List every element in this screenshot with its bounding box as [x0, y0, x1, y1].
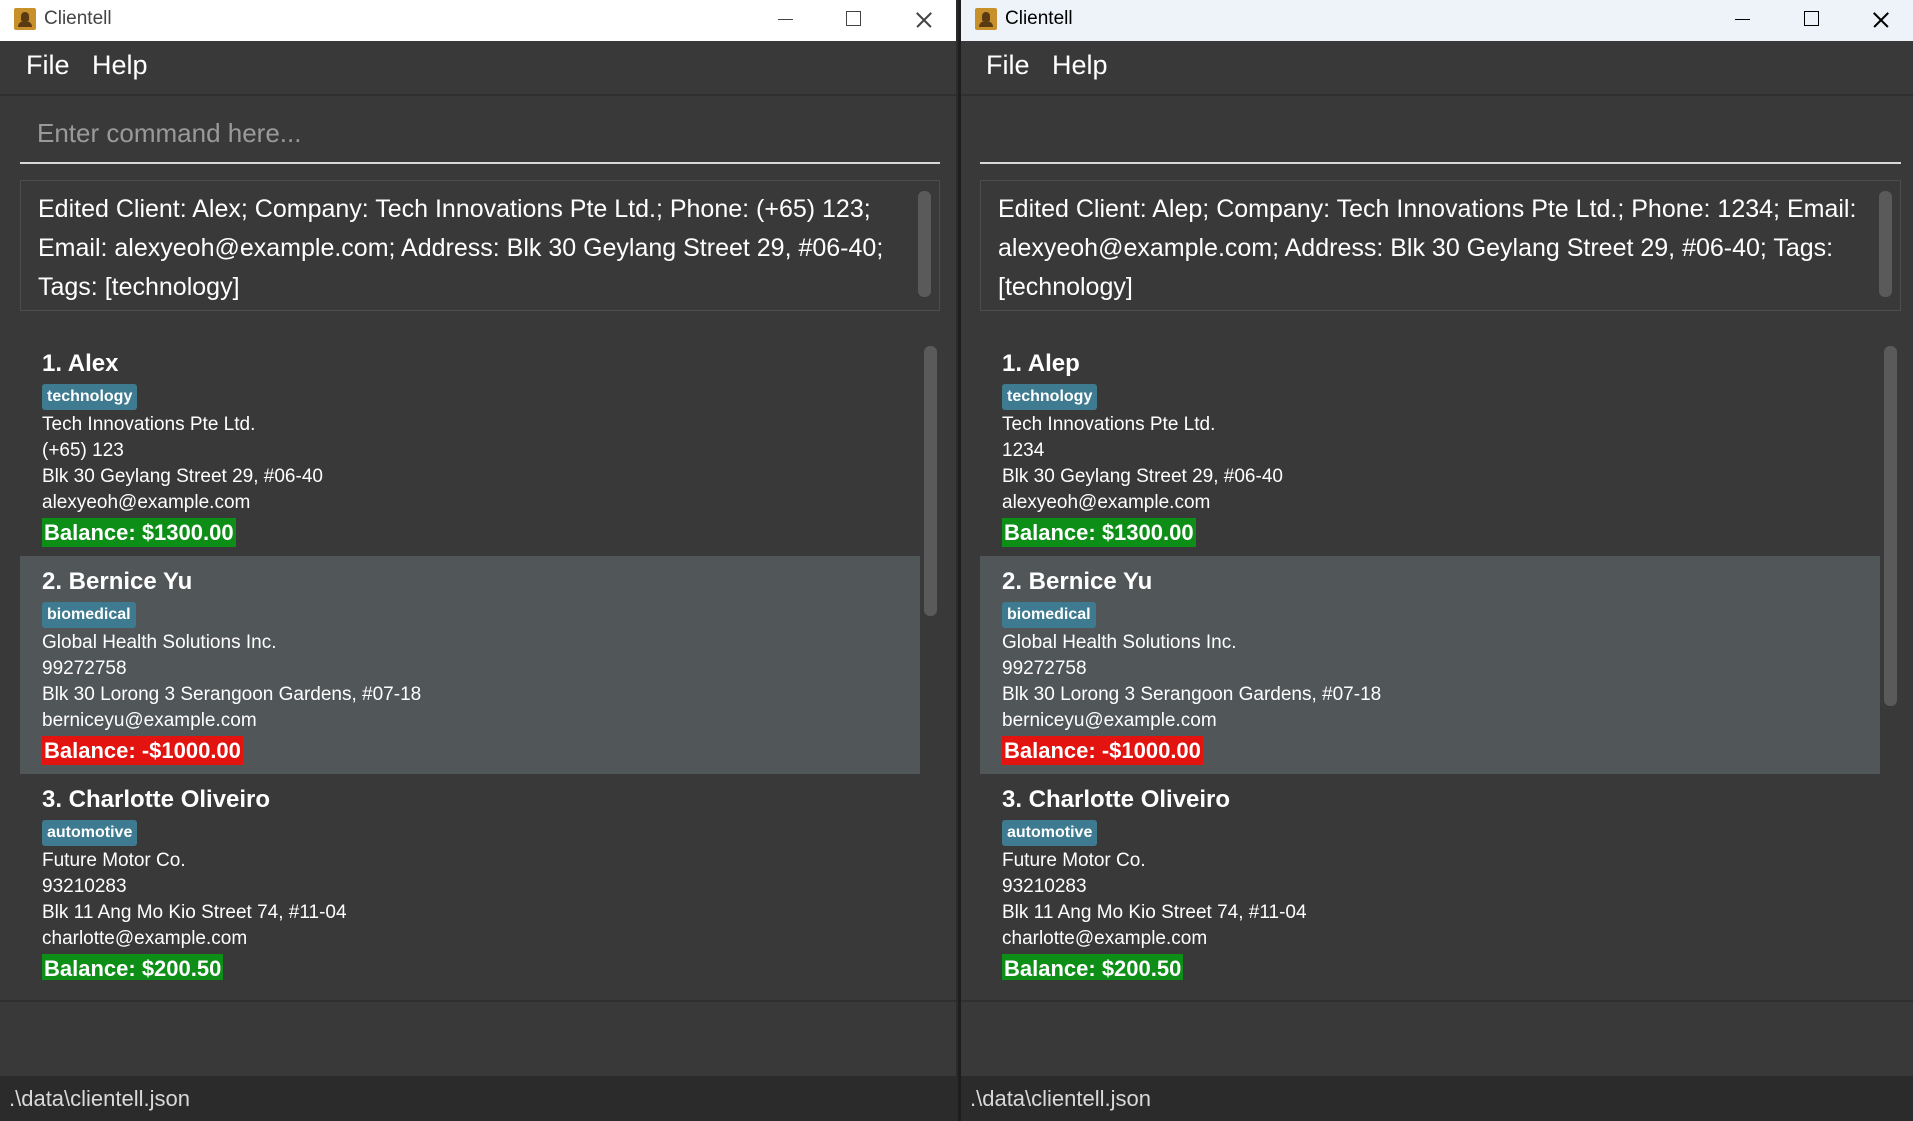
client-tag: automotive [42, 820, 138, 846]
client-name: 3. Charlotte Oliveiro [1002, 786, 1231, 813]
client-tag: biomedical [1002, 602, 1096, 628]
client-name: 3. Charlotte Oliveiro [42, 786, 271, 813]
client-list: 1. Alex technology Tech Innovations Pte … [20, 338, 940, 980]
app-icon [14, 8, 36, 30]
client-email: charlotte@example.com [42, 928, 248, 949]
client-name: 1. Alex [42, 350, 119, 377]
bottom-panel [961, 1000, 1913, 1078]
app-icon [975, 8, 997, 30]
result-scrollbar[interactable] [918, 191, 931, 297]
minimize-button[interactable] [750, 0, 820, 41]
client-company: Future Motor Co. [1002, 850, 1146, 871]
list-scrollbar[interactable] [924, 346, 937, 616]
result-scrollbar[interactable] [1879, 191, 1892, 297]
client-card[interactable]: 3. Charlotte Oliveiro automotive Future … [980, 774, 1880, 980]
result-display: Edited Client: Alep; Company: Tech Innov… [980, 180, 1901, 311]
maximize-button[interactable] [1776, 0, 1846, 41]
client-card[interactable]: 2. Bernice Yu biomedical Global Health S… [20, 556, 920, 774]
client-tag: technology [42, 384, 138, 410]
bottom-panel [0, 1000, 956, 1078]
client-address: Blk 30 Lorong 3 Serangoon Gardens, #07-1… [42, 684, 422, 705]
clientell-window-left: Clientell File Help Edited Client: Alex;… [0, 0, 958, 1121]
client-company: Tech Innovations Pte Ltd. [42, 414, 256, 435]
data-file-path: .\data\clientell.json [970, 1086, 1151, 1111]
client-name: 2. Bernice Yu [1002, 568, 1153, 595]
command-input[interactable] [980, 106, 1901, 160]
window-title: Clientell [1005, 8, 1073, 29]
client-email: alexyeoh@example.com [42, 492, 251, 513]
client-email: berniceyu@example.com [42, 710, 257, 731]
window-title: Clientell [44, 8, 112, 29]
command-box [20, 106, 940, 164]
client-company: Global Health Solutions Inc. [1002, 632, 1237, 653]
menu-help[interactable]: Help [1052, 50, 1108, 81]
menu-file[interactable]: File [26, 50, 70, 81]
menu-help[interactable]: Help [92, 50, 148, 81]
result-display: Edited Client: Alex; Company: Tech Innov… [20, 180, 940, 311]
client-phone: (+65) 123 [42, 440, 124, 461]
client-balance: Balance: -$1000.00 [1002, 736, 1203, 765]
client-address: Blk 11 Ang Mo Kio Street 74, #11-04 [42, 902, 347, 923]
client-balance: Balance: $1300.00 [1002, 518, 1196, 547]
minimize-button[interactable] [1707, 0, 1777, 41]
menu-bar: File Help [961, 41, 1913, 96]
client-email: berniceyu@example.com [1002, 710, 1217, 731]
client-address: Blk 30 Lorong 3 Serangoon Gardens, #07-1… [1002, 684, 1382, 705]
client-phone: 99272758 [1002, 658, 1087, 679]
client-balance: Balance: -$1000.00 [42, 736, 243, 765]
client-tag: technology [1002, 384, 1098, 410]
title-bar[interactable]: Clientell [0, 0, 956, 41]
result-message: Edited Client: Alex; Company: Tech Innov… [38, 195, 884, 301]
client-card[interactable]: 2. Bernice Yu biomedical Global Health S… [980, 556, 1880, 774]
client-phone: 93210283 [1002, 876, 1087, 897]
list-scrollbar[interactable] [1884, 346, 1897, 706]
client-card[interactable]: 1. Alep technology Tech Innovations Pte … [980, 338, 1880, 556]
client-name: 2. Bernice Yu [42, 568, 193, 595]
result-message: Edited Client: Alep; Company: Tech Innov… [998, 195, 1857, 301]
client-phone: 1234 [1002, 440, 1045, 461]
client-email: charlotte@example.com [1002, 928, 1208, 949]
menu-file[interactable]: File [986, 50, 1030, 81]
clientell-window-right: Clientell File Help Edited Client: Alep;… [961, 0, 1913, 1121]
client-company: Future Motor Co. [42, 850, 186, 871]
client-address: Blk 30 Geylang Street 29, #06-40 [42, 466, 323, 487]
client-phone: 93210283 [42, 876, 127, 897]
command-input[interactable] [20, 106, 940, 160]
client-address: Blk 30 Geylang Street 29, #06-40 [1002, 466, 1283, 487]
client-list: 1. Alep technology Tech Innovations Pte … [980, 338, 1901, 980]
menu-bar: File Help [0, 41, 956, 96]
client-email: alexyeoh@example.com [1002, 492, 1211, 513]
client-card[interactable]: 3. Charlotte Oliveiro automotive Future … [20, 774, 920, 980]
close-button[interactable] [1845, 0, 1913, 41]
client-address: Blk 11 Ang Mo Kio Street 74, #11-04 [1002, 902, 1307, 923]
client-name: 1. Alep [1002, 350, 1080, 377]
client-tag: automotive [1002, 820, 1098, 846]
close-button[interactable] [888, 0, 956, 41]
client-company: Tech Innovations Pte Ltd. [1002, 414, 1216, 435]
client-company: Global Health Solutions Inc. [42, 632, 277, 653]
client-balance: Balance: $200.50 [42, 954, 224, 980]
data-file-path: .\data\clientell.json [9, 1086, 190, 1111]
client-card[interactable]: 1. Alex technology Tech Innovations Pte … [20, 338, 920, 556]
client-balance: Balance: $1300.00 [42, 518, 236, 547]
maximize-button[interactable] [818, 0, 888, 41]
client-phone: 99272758 [42, 658, 127, 679]
client-tag: biomedical [42, 602, 136, 628]
title-bar[interactable]: Clientell [961, 0, 1913, 41]
status-bar: .\data\clientell.json [961, 1076, 1913, 1121]
command-box [980, 106, 1901, 164]
status-bar: .\data\clientell.json [0, 1076, 956, 1121]
client-balance: Balance: $200.50 [1002, 954, 1184, 980]
